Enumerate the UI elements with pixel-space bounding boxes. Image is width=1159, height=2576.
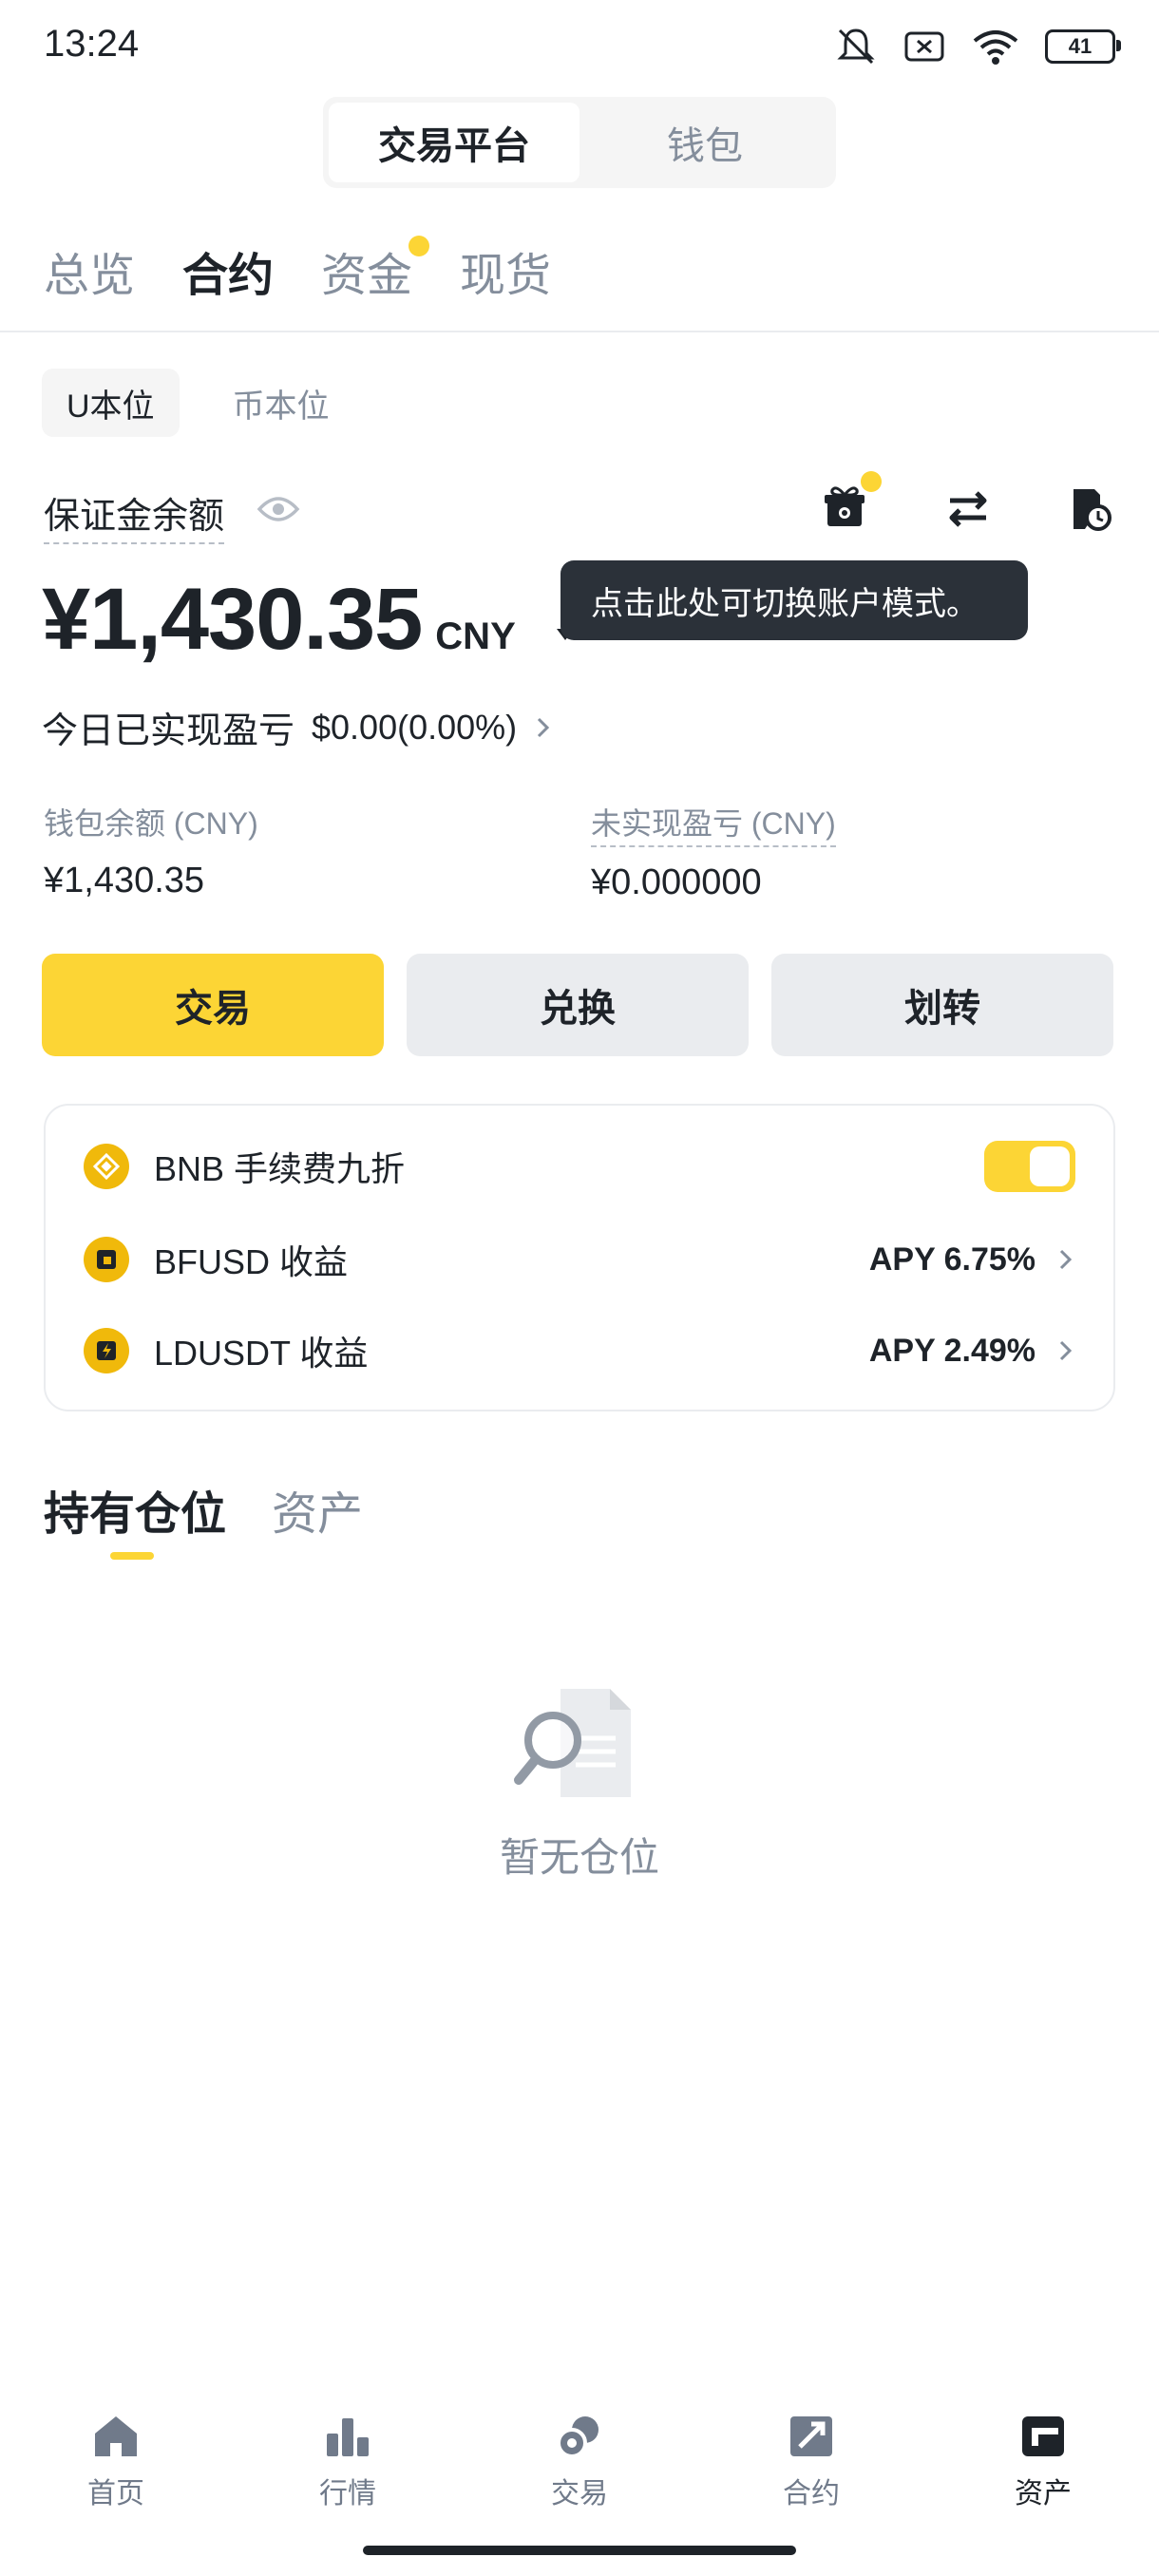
position-tabs: 持有仓位 资产: [44, 1476, 363, 1543]
tab-positions[interactable]: 持有仓位: [44, 1476, 226, 1543]
tab-usdm[interactable]: U本位: [42, 369, 180, 437]
today-pnl-value: $0.00(0.00%): [312, 707, 518, 747]
tab-futures[interactable]: 合约: [182, 237, 274, 304]
ldusdt-row[interactable]: LDUSDT 收益 APY 2.49%: [84, 1322, 1075, 1379]
history-icon[interactable]: [1068, 485, 1113, 533]
today-pnl-label: 今日已实现盈亏: [42, 711, 295, 751]
bottom-nav: 首页 行情 交易 合约 资产: [0, 2413, 1159, 2527]
currency-selector[interactable]: CNY: [435, 616, 515, 658]
tab-assets[interactable]: 资产: [272, 1476, 363, 1543]
tooltip[interactable]: 点击此处可切换账户模式。: [560, 560, 1028, 640]
empty-positions-text: 暂无仓位: [499, 1835, 659, 1880]
ldusdt-label: LDUSDT 收益: [154, 1334, 369, 1373]
convert-button[interactable]: 兑换: [407, 954, 749, 1056]
trade-button[interactable]: 交易: [42, 954, 384, 1056]
wallet-balance-label: 钱包余额 (CNY): [44, 806, 258, 841]
tab-overview[interactable]: 总览: [44, 237, 135, 304]
chevron-right-icon: [1059, 1340, 1073, 1361]
nav-futures[interactable]: 合约: [695, 2413, 927, 2527]
ldusdt-icon: [84, 1328, 129, 1373]
nav-assets-label: 资产: [1015, 2478, 1072, 2510]
bnb-fee-toggle[interactable]: [984, 1141, 1075, 1192]
bfusd-icon: [84, 1237, 129, 1282]
bfusd-apy: APY 6.75%: [868, 1241, 1036, 1278]
home-icon: [95, 2416, 137, 2456]
divider: [0, 331, 1159, 332]
chevron-right-icon: [538, 717, 550, 737]
transfer-button[interactable]: 划转: [771, 954, 1113, 1056]
account-actions: [821, 471, 1113, 535]
futures-icon: [790, 2416, 832, 2456]
eye-icon[interactable]: [256, 494, 300, 524]
tab-spot[interactable]: 现货: [460, 237, 551, 304]
margin-balance-label[interactable]: 保证金余额: [44, 486, 225, 544]
nav-home[interactable]: 首页: [0, 2413, 232, 2527]
nav-markets-label: 行情: [319, 2478, 376, 2510]
home-indicator[interactable]: [363, 2546, 796, 2555]
sim-off-icon: [904, 31, 944, 62]
mute-icon: [837, 28, 875, 65]
platform-switch: 交易平台 钱包: [323, 97, 836, 188]
gift-button[interactable]: [821, 471, 882, 535]
margin-type-tabs: U本位 币本位: [42, 369, 354, 437]
bfusd-label: BFUSD 收益: [154, 1242, 349, 1281]
markets-icon: [327, 2418, 369, 2456]
account-tabs: 总览 合约 资金 现货: [44, 236, 551, 304]
action-buttons: 交易 兑换 划转: [42, 954, 1113, 1056]
notification-dot: [408, 236, 430, 256]
active-tab-indicator: [110, 1552, 154, 1560]
bnb-fee-row: BNB 手续费九折: [84, 1138, 1075, 1195]
gift-icon: [825, 486, 864, 526]
trade-icon: [557, 2416, 598, 2458]
tab-wallet[interactable]: 钱包: [580, 103, 830, 182]
status-icons: 41: [834, 25, 1121, 68]
nav-home-label: 首页: [87, 2478, 144, 2510]
nav-markets[interactable]: 行情: [232, 2413, 464, 2527]
empty-search-icon: [514, 1689, 631, 1797]
tab-coinm[interactable]: 币本位: [208, 369, 354, 437]
nav-futures-label: 合约: [783, 2478, 840, 2510]
switch-mode-icon[interactable]: [944, 487, 992, 531]
wallet-balance-value: ¥1,430.35: [44, 861, 205, 900]
nav-assets[interactable]: 资产: [927, 2413, 1159, 2527]
chevron-right-icon: [1059, 1249, 1073, 1270]
wallet-icon: [1022, 2416, 1064, 2456]
nav-trade-label: 交易: [551, 2478, 608, 2510]
bfusd-row[interactable]: BFUSD 收益 APY 6.75%: [84, 1231, 1075, 1288]
unrealized-pnl-label[interactable]: 未实现盈亏 (CNY): [591, 800, 836, 847]
tab-trading-platform[interactable]: 交易平台: [329, 103, 580, 182]
unrealized-pnl-value: ¥0.000000: [591, 862, 762, 902]
status-time: 13:24: [44, 23, 140, 65]
margin-balance: ¥1,430.35 CNY: [42, 570, 516, 670]
wifi-icon: [973, 30, 1018, 65]
nav-trade[interactable]: 交易: [464, 2413, 695, 2527]
benefits-card: BNB 手续费九折 BFUSD 收益 APY 6.75% LDUSDT 收益 A…: [44, 1104, 1115, 1411]
bnb-icon: [84, 1144, 129, 1189]
battery-icon: 41: [1045, 29, 1121, 64]
margin-balance-value: ¥1,430.35: [42, 571, 423, 668]
tab-funding[interactable]: 资金: [321, 236, 430, 304]
battery-level: 41: [1068, 34, 1092, 58]
tab-funding-label: 资金: [321, 251, 413, 301]
bnb-fee-label: BNB 手续费九折: [154, 1149, 406, 1188]
gift-dot: [861, 471, 882, 492]
ldusdt-apy: APY 2.49%: [868, 1332, 1036, 1369]
today-pnl[interactable]: 今日已实现盈亏 $0.00(0.00%): [42, 701, 553, 753]
